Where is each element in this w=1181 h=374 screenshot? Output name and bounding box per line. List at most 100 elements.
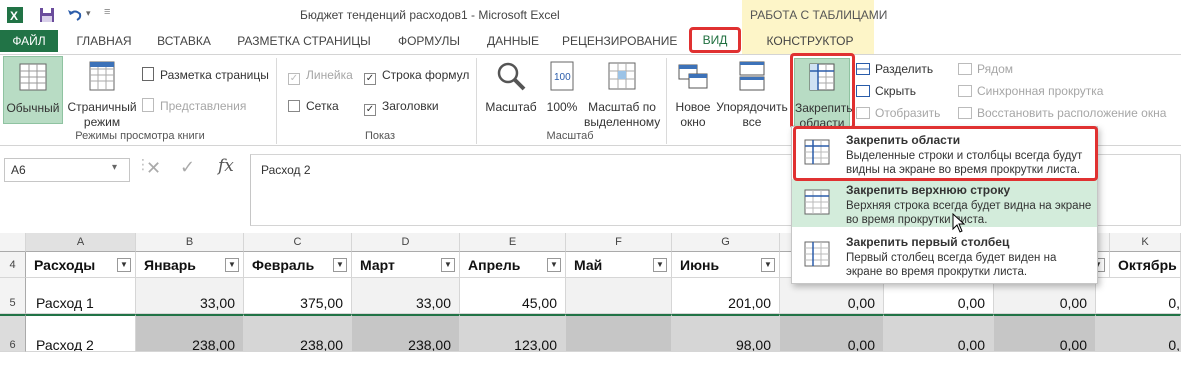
page-layout-view-button[interactable]: Страничный режим bbox=[66, 60, 138, 130]
tab-design[interactable]: КОНСТРУКТОР bbox=[756, 30, 864, 52]
filter-dropdown-icon[interactable]: ▼ bbox=[225, 258, 239, 272]
sync-scroll-icon bbox=[958, 85, 972, 97]
checkbox-icon: ✓ bbox=[364, 73, 376, 85]
table-header-cell[interactable]: Октябрь bbox=[1110, 252, 1181, 278]
arrange-all-icon bbox=[739, 61, 765, 91]
hide-button[interactable]: Скрыть bbox=[856, 82, 916, 100]
zoom-to-selection-button[interactable]: Масштаб по выделенному bbox=[584, 60, 660, 130]
column-header[interactable]: B bbox=[136, 233, 244, 252]
page-layout-icon bbox=[89, 61, 115, 91]
table-header-cell[interactable]: Февраль ▼ bbox=[244, 252, 352, 278]
enter-icon[interactable]: ✓ bbox=[180, 157, 195, 178]
column-header[interactable]: C bbox=[244, 233, 352, 252]
separator bbox=[666, 58, 667, 144]
zoom-button[interactable]: Масштаб bbox=[482, 60, 540, 115]
ruler-label: Линейка bbox=[306, 68, 353, 82]
ruler-checkbox[interactable]: ✓ Линейка bbox=[288, 66, 353, 85]
zoom-100-icon: 100 bbox=[550, 61, 574, 91]
gridlines-checkbox[interactable]: Сетка bbox=[288, 97, 339, 115]
row-header[interactable]: 6 bbox=[0, 314, 26, 352]
tab-view[interactable]: ВИД bbox=[689, 27, 741, 53]
table-header-cell[interactable]: Расходы ▼ bbox=[26, 252, 136, 278]
sync-scroll-label: Синхронная прокрутка bbox=[977, 84, 1104, 98]
table-header-cell[interactable]: Март ▼ bbox=[352, 252, 460, 278]
table-cell[interactable]: 33,00 bbox=[352, 278, 460, 314]
reset-window-position-button[interactable]: Восстановить расположение окна bbox=[958, 104, 1166, 122]
table-header-cell[interactable]: Май ▼ bbox=[566, 252, 672, 278]
zoom-100-button[interactable]: 100 100% bbox=[544, 60, 580, 115]
sync-scroll-button[interactable]: Синхронная прокрутка bbox=[958, 82, 1103, 100]
row-header[interactable]: 5 bbox=[0, 278, 26, 314]
filter-dropdown-icon[interactable]: ▼ bbox=[761, 258, 775, 272]
table-cell[interactable]: 0,00 bbox=[780, 314, 884, 352]
table-header-cell[interactable]: Апрель ▼ bbox=[460, 252, 566, 278]
column-header[interactable]: D bbox=[352, 233, 460, 252]
column-header[interactable]: A bbox=[26, 233, 136, 252]
tab-file[interactable]: ФАЙЛ bbox=[0, 30, 58, 52]
split-button[interactable]: Разделить bbox=[856, 60, 933, 78]
view-side-by-side-button[interactable]: Рядом bbox=[958, 60, 1013, 78]
table-cell[interactable]: 0,00 bbox=[884, 314, 994, 352]
table-cell[interactable]: 0, bbox=[1096, 278, 1181, 314]
filter-dropdown-icon[interactable]: ▼ bbox=[441, 258, 455, 272]
table-cell[interactable]: 0,00 bbox=[994, 314, 1096, 352]
filter-dropdown-icon[interactable]: ▼ bbox=[547, 258, 561, 272]
zoom-selection-icon bbox=[608, 62, 636, 90]
filter-dropdown-icon[interactable]: ▼ bbox=[653, 258, 667, 272]
formula-bar-label: Строка формул bbox=[382, 68, 470, 82]
tab-home[interactable]: ГЛАВНАЯ bbox=[66, 30, 142, 52]
column-header[interactable]: F bbox=[566, 233, 672, 252]
table-cell[interactable]: 0, bbox=[1096, 314, 1181, 352]
table-cell[interactable]: 238,00 bbox=[244, 314, 352, 352]
table-cell[interactable]: 45,00 bbox=[460, 278, 566, 314]
tab-review[interactable]: РЕЦЕНЗИРОВАНИЕ bbox=[556, 30, 680, 52]
menu-item-freeze-top-row[interactable]: Закрепить верхнюю строку Верхняя строка … bbox=[792, 179, 1097, 227]
table-cell[interactable]: 123,00 bbox=[460, 314, 566, 352]
menu-item-description: Первый столбец всегда будет виден на экр… bbox=[846, 252, 1057, 278]
custom-views-button[interactable]: Представления bbox=[142, 97, 246, 115]
insert-function-icon[interactable]: fx bbox=[218, 156, 234, 176]
headings-checkbox[interactable]: ✓ Заголовки bbox=[364, 97, 439, 116]
table-header-cell[interactable]: Июнь ▼ bbox=[672, 252, 780, 278]
table-cell[interactable]: 33,00 bbox=[136, 278, 244, 314]
table-cell[interactable]: 201,00 bbox=[672, 278, 780, 314]
table-cell[interactable]: 238,00 bbox=[136, 314, 244, 352]
freeze-first-column-icon bbox=[804, 241, 830, 267]
table-cell[interactable]: Расход 2 bbox=[26, 314, 136, 352]
show-group-label: Показ bbox=[364, 130, 396, 142]
page-markup-button[interactable]: Разметка страницы bbox=[142, 66, 269, 84]
new-window-icon bbox=[678, 64, 708, 89]
save-icon[interactable] bbox=[38, 6, 56, 24]
tab-page-layout[interactable]: РАЗМЕТКА СТРАНИЦЫ bbox=[230, 30, 378, 52]
mouse-cursor-icon bbox=[952, 213, 966, 233]
undo-dropdown-icon[interactable]: ▾ bbox=[86, 8, 91, 19]
table-cell[interactable]: 238,00 bbox=[352, 314, 460, 352]
row-header[interactable]: 4 bbox=[0, 252, 26, 278]
table-cell[interactable]: 375,00 bbox=[244, 278, 352, 314]
name-box-dropdown-icon[interactable]: ▾ bbox=[112, 162, 117, 173]
table-cell[interactable]: Расход 1 bbox=[26, 278, 136, 314]
unhide-button[interactable]: Отобразить bbox=[856, 104, 940, 122]
column-header[interactable]: E bbox=[460, 233, 566, 252]
cancel-icon[interactable]: ✕ bbox=[146, 158, 161, 179]
table-cell[interactable]: 98,00 bbox=[672, 314, 780, 352]
column-header[interactable]: K bbox=[1110, 233, 1181, 252]
header-text: Январь bbox=[144, 257, 196, 273]
customize-quick-access-icon[interactable]: ≡ bbox=[104, 6, 110, 18]
column-header[interactable]: G bbox=[672, 233, 780, 252]
table-header-cell[interactable]: Январь ▼ bbox=[136, 252, 244, 278]
tab-data[interactable]: ДАННЫЕ bbox=[480, 30, 546, 52]
table-cell[interactable] bbox=[566, 314, 672, 352]
formula-bar-checkbox[interactable]: ✓ Строка формул bbox=[364, 66, 470, 85]
arrange-all-button[interactable]: Упорядочить все bbox=[714, 60, 790, 130]
undo-icon[interactable] bbox=[66, 6, 84, 24]
normal-view-button[interactable]: Обычный bbox=[3, 56, 63, 124]
menu-item-freeze-first-column[interactable]: Закрепить первый столбец Первый столбец … bbox=[792, 231, 1097, 279]
tab-formulas[interactable]: ФОРМУЛЫ bbox=[388, 30, 470, 52]
filter-dropdown-icon[interactable]: ▼ bbox=[333, 258, 347, 272]
tab-insert[interactable]: ВСТАВКА bbox=[148, 30, 220, 52]
select-all-corner[interactable] bbox=[0, 233, 26, 252]
table-cell[interactable] bbox=[566, 278, 672, 314]
new-window-button[interactable]: Новое окно bbox=[670, 60, 716, 130]
filter-dropdown-icon[interactable]: ▼ bbox=[117, 258, 131, 272]
